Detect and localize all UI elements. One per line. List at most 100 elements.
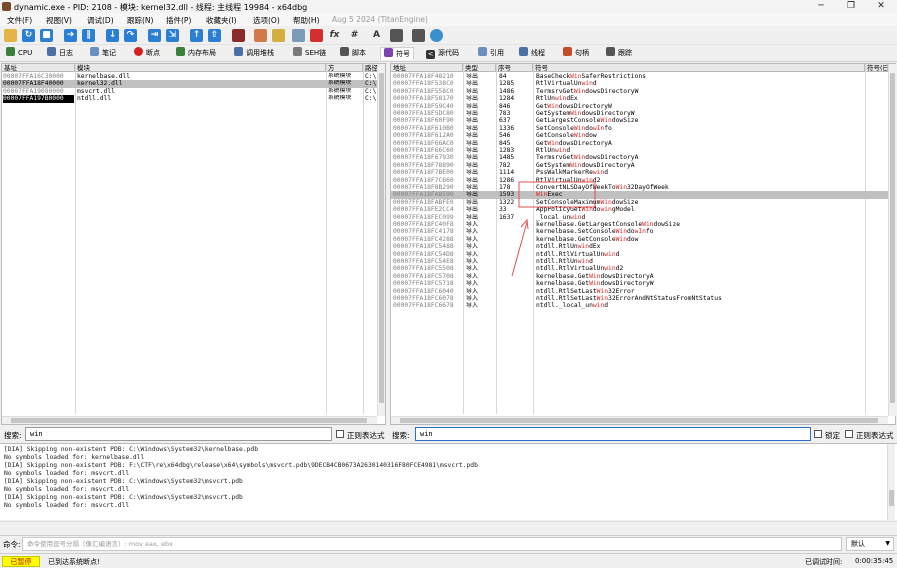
module-party: 系统模块 <box>328 73 352 79</box>
module-party: 系统模块 <box>328 95 352 102</box>
tab-memory-map[interactable]: 内存布局 <box>176 47 216 60</box>
tab-call-stack[interactable]: 调用堆栈 <box>234 47 274 60</box>
menu-plugins[interactable]: 插件(P) <box>166 15 191 26</box>
module-search-input[interactable]: win <box>25 427 332 441</box>
left-regex-checkbox[interactable] <box>336 430 344 438</box>
symbols-pane: 地址 类型 序号 符号 符号(已 00007FFA18F48210 导出 84 Bas… <box>390 63 896 425</box>
open-icon[interactable] <box>4 29 17 42</box>
modules-vscroll[interactable] <box>377 64 385 416</box>
comment-icon[interactable] <box>272 29 285 42</box>
tab-breakpoints-label: 断点 <box>146 49 160 57</box>
run-icon[interactable]: ➜ <box>64 29 77 42</box>
hash-icon[interactable]: # <box>348 29 361 42</box>
function-icon[interactable]: fx <box>328 29 341 42</box>
symbol-search-input[interactable]: win <box>415 427 811 441</box>
command-bar: 命令: 命令使用逗号分隔（像汇编语言）: mov eax, ebx 默认 ▼ <box>0 535 897 551</box>
tab-references-label: 引用 <box>490 49 504 57</box>
col-header-path[interactable]: 路径 <box>363 64 378 72</box>
log-view[interactable]: [DIA] Skipping non-existent PDB: C:\Wind… <box>0 443 897 520</box>
tab-script[interactable]: 脚本 <box>340 47 366 60</box>
module-row[interactable]: 00007FFA197B0000 ntdll.dll 系统模块 C:\ <box>2 95 377 103</box>
trace-into-icon[interactable]: ⇥ <box>148 29 161 42</box>
tab-log[interactable]: 日志 <box>47 47 73 60</box>
tab-bar: CPU 日志 笔记 断点 内存布局 调用堆栈 SEH链 脚本 符号 < 源代码 引… <box>0 45 897 62</box>
module-base: 00007FFA18F40000 <box>3 80 64 88</box>
link-icon[interactable] <box>292 29 305 42</box>
tab-references[interactable]: 引用 <box>478 47 504 60</box>
module-row[interactable]: 00007FFA16C30000 kernelbase.dll 系统模块 C:\ <box>2 73 377 80</box>
menu-favourites[interactable]: 收藏夹(I) <box>206 15 237 26</box>
pause-icon[interactable]: ‖ <box>82 29 95 42</box>
tab-notes[interactable]: 笔记 <box>90 47 116 60</box>
col-header-module[interactable]: 模块 <box>75 64 326 72</box>
font-icon[interactable]: A <box>370 29 383 42</box>
module-row[interactable]: 00007FFA18F40000 kernel32.dll 系统模块 C:\ <box>2 80 377 88</box>
run-to-user-icon[interactable]: ⇧ <box>208 29 221 42</box>
tab-source[interactable]: < 源代码 <box>426 47 459 60</box>
tab-handles[interactable]: 句柄 <box>563 47 589 60</box>
app-icon <box>2 2 11 11</box>
execute-till-return-icon[interactable]: ↑ <box>190 29 203 42</box>
log-line: [DIA] Skipping non-existent PDB: C:\Wind… <box>4 494 243 501</box>
menu-trace[interactable]: 跟踪(N) <box>127 15 153 26</box>
menu-file[interactable]: 文件(F) <box>7 15 32 26</box>
threads-icon <box>519 47 528 56</box>
tab-trace-label: 跟踪 <box>618 49 632 57</box>
search-bar: 搜索: win 正则表达式 搜索: win 锁定 正则表达式 <box>0 426 897 443</box>
log-line: No symbols loaded for: msvcrt.dll <box>4 486 130 493</box>
tab-trace[interactable]: 跟踪 <box>606 47 632 60</box>
module-party: 系统模块 <box>328 87 352 94</box>
tab-threads-label: 线程 <box>531 49 545 57</box>
log-vscroll[interactable] <box>887 444 895 520</box>
label-icon[interactable] <box>310 29 323 42</box>
tab-cpu[interactable]: CPU <box>6 47 32 60</box>
calculator-icon[interactable] <box>390 29 403 42</box>
tab-threads[interactable]: 线程 <box>519 47 545 60</box>
lock-checkbox[interactable] <box>814 430 822 438</box>
restart-icon[interactable]: ↻ <box>22 29 35 42</box>
log-hscroll[interactable] <box>0 521 897 534</box>
modules-hscroll[interactable] <box>2 416 377 424</box>
globe-icon[interactable] <box>430 29 443 42</box>
module-row[interactable]: 00007FFA19080000 msvcrt.dll 系统模块 C:\ <box>2 88 377 95</box>
symbols-icon <box>384 48 393 57</box>
command-label: 命令: <box>3 540 21 549</box>
menu-help[interactable]: 帮助(H) <box>293 15 320 26</box>
toolbar: ↻ ■ ➜ ‖ ↓ ↷ ⇥ ⇲ ↑ ⇧ fx # A <box>0 26 897 45</box>
patch-icon[interactable] <box>254 29 267 42</box>
minimize-button[interactable]: ─ <box>806 1 836 12</box>
log-line: No symbols loaded for: kernelbase.dll <box>4 454 145 461</box>
tab-symbols[interactable]: 符号 <box>380 47 414 60</box>
log-icon <box>47 47 56 56</box>
elapsed-time: 0:00:35:45 <box>855 557 894 565</box>
annotation-arrow <box>511 221 528 277</box>
menu-debug[interactable]: 调试(D) <box>87 15 114 26</box>
breakpoint-icon[interactable] <box>232 29 245 42</box>
close-button[interactable]: ✕ <box>866 1 896 12</box>
memory-icon[interactable] <box>412 29 425 42</box>
tab-seh[interactable]: SEH链 <box>293 47 326 60</box>
log-line: [DIA] Skipping non-existent PDB: C:\Wind… <box>4 446 259 453</box>
command-mode-select[interactable]: 默认 ▼ <box>846 537 894 551</box>
maximize-button[interactable]: ❐ <box>836 1 866 12</box>
stop-icon[interactable]: ■ <box>40 29 53 42</box>
menu-view[interactable]: 视图(V) <box>46 15 72 26</box>
memory-map-icon <box>176 47 185 56</box>
tab-breakpoints[interactable]: 断点 <box>134 47 160 60</box>
step-over-icon[interactable]: ↷ <box>124 29 137 42</box>
command-input[interactable]: 命令使用逗号分隔（像汇编语言）: mov eax, ebx <box>22 537 842 551</box>
col-header-party[interactable]: 方 <box>326 64 363 72</box>
script-icon <box>340 47 349 56</box>
elapsed-label: 已调试时间: <box>805 558 843 566</box>
right-regex-checkbox[interactable] <box>845 430 853 438</box>
module-base: 00007FFA197B0000 <box>3 95 74 103</box>
col-header-base[interactable]: 基址 <box>2 64 75 72</box>
step-into-icon[interactable]: ↓ <box>106 29 119 42</box>
cpu-icon <box>6 47 15 56</box>
log-line: [DIA] Skipping non-existent PDB: F:\CTF\… <box>4 462 478 469</box>
menu-options[interactable]: 选项(O) <box>253 15 280 26</box>
status-message: 已到达系统断点! <box>48 558 100 566</box>
trace-over-icon[interactable]: ⇲ <box>166 29 179 42</box>
notes-icon <box>90 47 99 56</box>
title-bar: dynamic.exe - PID: 2108 - 模块: kernel32.d… <box>0 0 897 13</box>
